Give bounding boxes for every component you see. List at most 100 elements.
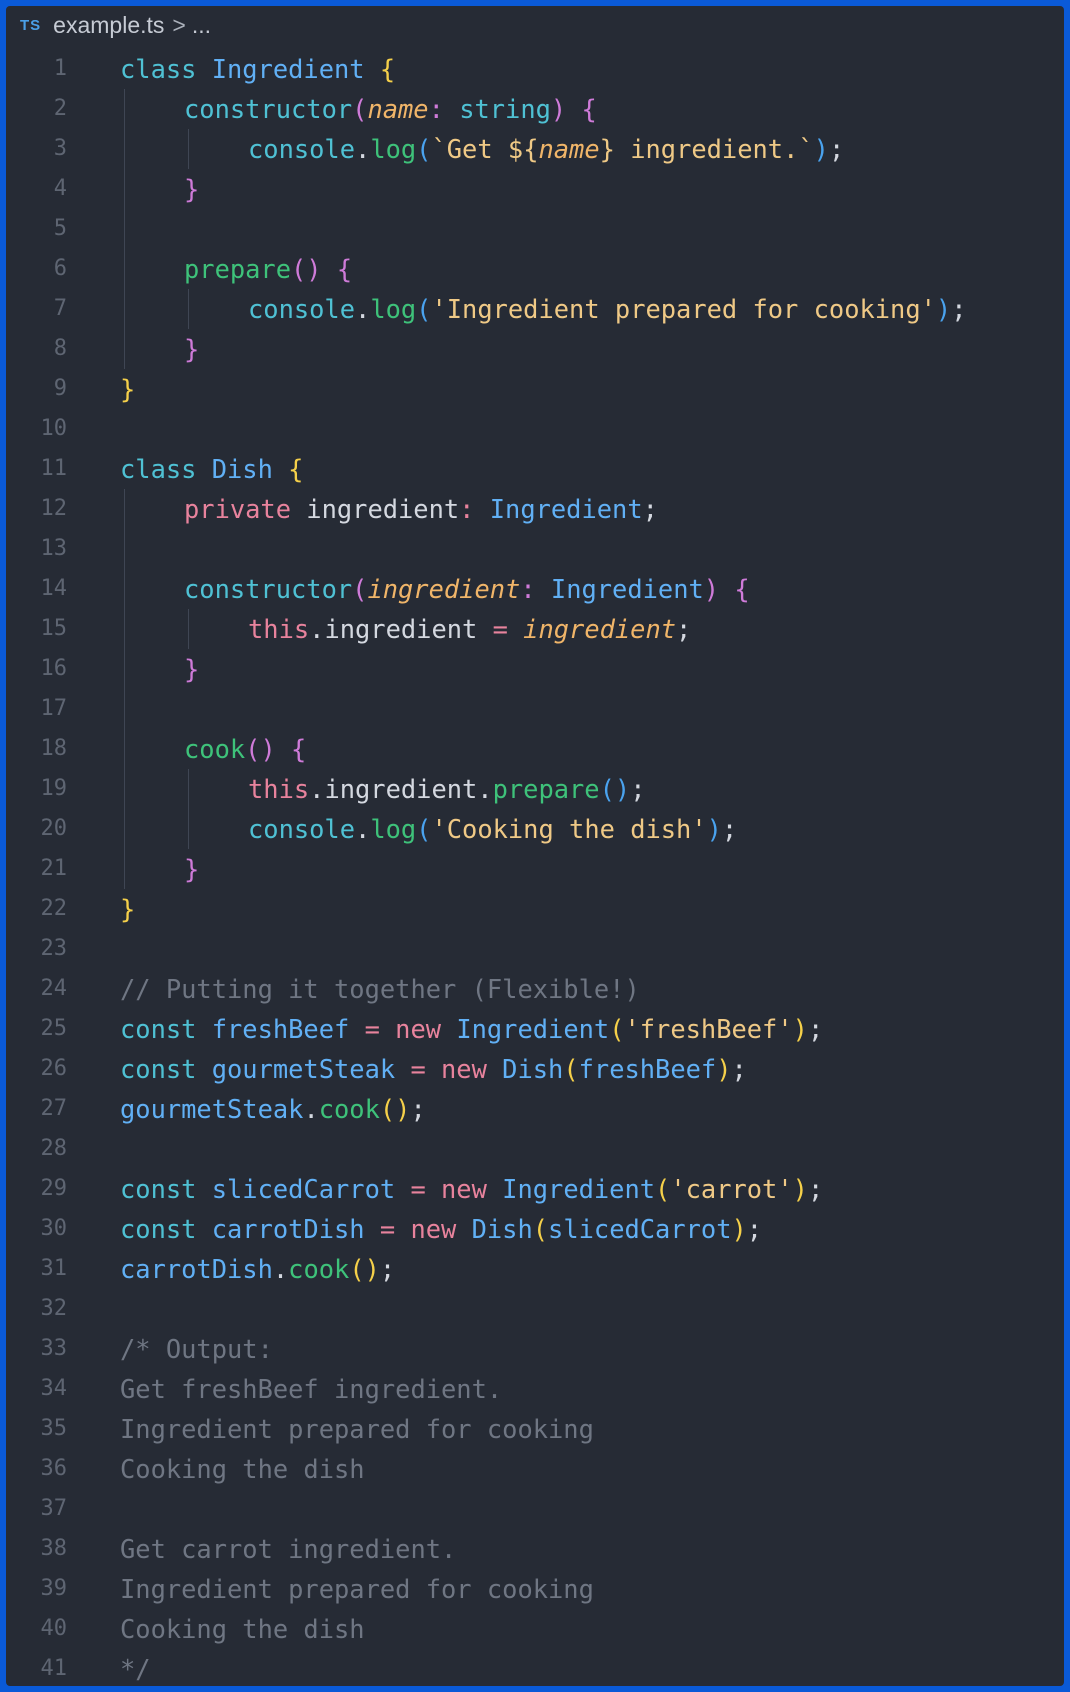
code-token: (): [379, 1094, 411, 1124]
code-token: (: [563, 1054, 579, 1084]
code-line[interactable]: 13: [6, 529, 1064, 569]
code-line[interactable]: 14 constructor(ingredient: Ingredient) {: [6, 569, 1064, 609]
code-text: const gourmetSteak = new Dish(freshBeef)…: [120, 1049, 747, 1089]
code-text: /* Output:: [120, 1329, 273, 1369]
code-token: }: [184, 854, 200, 884]
code-line[interactable]: 35 Ingredient prepared for cooking: [6, 1409, 1064, 1449]
code-line[interactable]: 10: [6, 409, 1064, 449]
code-line[interactable]: 1 class Ingredient {: [6, 49, 1064, 89]
code-line[interactable]: 34 Get freshBeef ingredient.: [6, 1369, 1064, 1409]
code-editor[interactable]: 1 class Ingredient {2 constructor(name: st…: [6, 49, 1064, 1686]
code-line[interactable]: 29 const slicedCarrot = new Ingredient('c…: [6, 1169, 1064, 1209]
code-token: (): [599, 774, 631, 804]
code-line[interactable]: 5: [6, 209, 1064, 249]
code-token: name: [367, 94, 429, 124]
line-number: 2: [53, 96, 67, 121]
code-line[interactable]: 18 cook() {: [6, 729, 1064, 769]
line-number: 36: [40, 1456, 68, 1481]
code-token: .: [303, 1094, 319, 1124]
code-token: .ingredient.: [309, 774, 493, 804]
code-line[interactable]: 32: [6, 1289, 1064, 1329]
code-token: constructor: [184, 574, 353, 604]
code-line[interactable]: 41 */: [6, 1649, 1064, 1686]
code-token: gourmetSteak: [120, 1094, 304, 1124]
code-token: ingredient: [523, 614, 677, 644]
line-number: 39: [40, 1576, 68, 1601]
code-token: Get freshBeef ingredient.: [120, 1374, 503, 1404]
line-number: 41: [40, 1656, 68, 1681]
code-line[interactable]: 23: [6, 929, 1064, 969]
line-number: 33: [40, 1336, 68, 1361]
code-line[interactable]: 12 private ingredient: Ingredient;: [6, 489, 1064, 529]
code-token: cook: [184, 734, 246, 764]
code-line[interactable]: 33 /* Output:: [6, 1329, 1064, 1369]
code-token: */: [120, 1654, 151, 1684]
code-token: :: [520, 574, 551, 604]
code-token: slicedCarrot: [211, 1174, 411, 1204]
breadcrumb-more[interactable]: ...: [192, 12, 211, 39]
line-number: 25: [40, 1016, 68, 1041]
indent-guide: [188, 129, 189, 169]
code-token: (: [416, 294, 432, 324]
line-number: 15: [40, 616, 68, 641]
indent-guide: [188, 609, 189, 649]
indent-guide: [188, 809, 189, 849]
code-token: string: [459, 94, 551, 124]
code-line[interactable]: 40 Cooking the dish: [6, 1609, 1064, 1649]
code-line[interactable]: 8}: [6, 329, 1064, 369]
code-line[interactable]: 39 Ingredient prepared for cooking: [6, 1569, 1064, 1609]
code-line[interactable]: 19 this.ingredient.prepare();: [6, 769, 1064, 809]
code-token: ingredient: [306, 494, 460, 524]
editor-window: TS example.ts > ... 1 class Ingredient {2…: [6, 6, 1064, 1686]
code-line[interactable]: 17: [6, 689, 1064, 729]
code-line[interactable]: 38 Get carrot ingredient.: [6, 1529, 1064, 1569]
breadcrumb-file[interactable]: example.ts: [53, 12, 164, 39]
code-line[interactable]: 15 this.ingredient = ingredient;: [6, 609, 1064, 649]
code-line[interactable]: 37: [6, 1489, 1064, 1529]
code-line[interactable]: 24 // Putting it together (Flexible!): [6, 969, 1064, 1009]
code-line[interactable]: 9}: [6, 369, 1064, 409]
code-line[interactable]: 25 const freshBeef = new Ingredient('fres…: [6, 1009, 1064, 1049]
code-line[interactable]: 7 console.log('Ingredient prepared for co…: [6, 289, 1064, 329]
code-line[interactable]: 28: [6, 1129, 1064, 1169]
code-token: ${: [507, 134, 539, 164]
code-token: }: [120, 374, 136, 404]
code-line[interactable]: 20 console.log('Cooking the dish');: [6, 809, 1064, 849]
line-number: 1: [53, 56, 67, 81]
line-number: 29: [40, 1176, 68, 1201]
code-text: constructor(ingredient: Ingredient) {: [184, 569, 750, 609]
code-line[interactable]: 21}: [6, 849, 1064, 889]
code-token: Cooking the dish: [120, 1454, 365, 1484]
code-token: Get carrot ingredient.: [120, 1534, 457, 1564]
code-token: ;: [731, 1054, 747, 1084]
line-number: 20: [40, 816, 68, 841]
code-line[interactable]: 27 gourmetSteak.cook();: [6, 1089, 1064, 1129]
breadcrumb: TS example.ts > ...: [6, 6, 1064, 44]
code-line[interactable]: 22}: [6, 889, 1064, 929]
code-token: 'Cooking the dish': [431, 814, 707, 844]
code-token: = new: [410, 1174, 503, 1204]
code-line[interactable]: 6 prepare() {: [6, 249, 1064, 289]
code-line[interactable]: 30 const carrotDish = new Dish(slicedCarr…: [6, 1209, 1064, 1249]
code-line[interactable]: 36 Cooking the dish: [6, 1449, 1064, 1489]
code-line[interactable]: 16}: [6, 649, 1064, 689]
code-text: const carrotDish = new Dish(slicedCarrot…: [120, 1209, 762, 1249]
code-line[interactable]: 31 carrotDish.cook();: [6, 1249, 1064, 1289]
code-line[interactable]: 11 class Dish {: [6, 449, 1064, 489]
chevron-right-icon: >: [172, 11, 186, 38]
code-token: ;: [951, 294, 967, 324]
code-line[interactable]: 4}: [6, 169, 1064, 209]
code-text: this.ingredient = ingredient;: [248, 609, 691, 649]
code-line[interactable]: 3 console.log(`Get ${name} ingredient.`);: [6, 129, 1064, 169]
code-token: const: [120, 1014, 212, 1044]
code-text: gourmetSteak.cook();: [120, 1089, 426, 1129]
code-token: /* Output:: [120, 1334, 273, 1364]
code-token: ): [716, 1054, 732, 1084]
code-line[interactable]: 26 const gourmetSteak = new Dish(freshBee…: [6, 1049, 1064, 1089]
line-number: 18: [40, 736, 68, 761]
code-token: (: [352, 574, 368, 604]
code-token: (): [349, 1254, 380, 1284]
code-token: const: [120, 1174, 212, 1204]
code-token: () {: [245, 734, 307, 764]
code-line[interactable]: 2 constructor(name: string) {: [6, 89, 1064, 129]
